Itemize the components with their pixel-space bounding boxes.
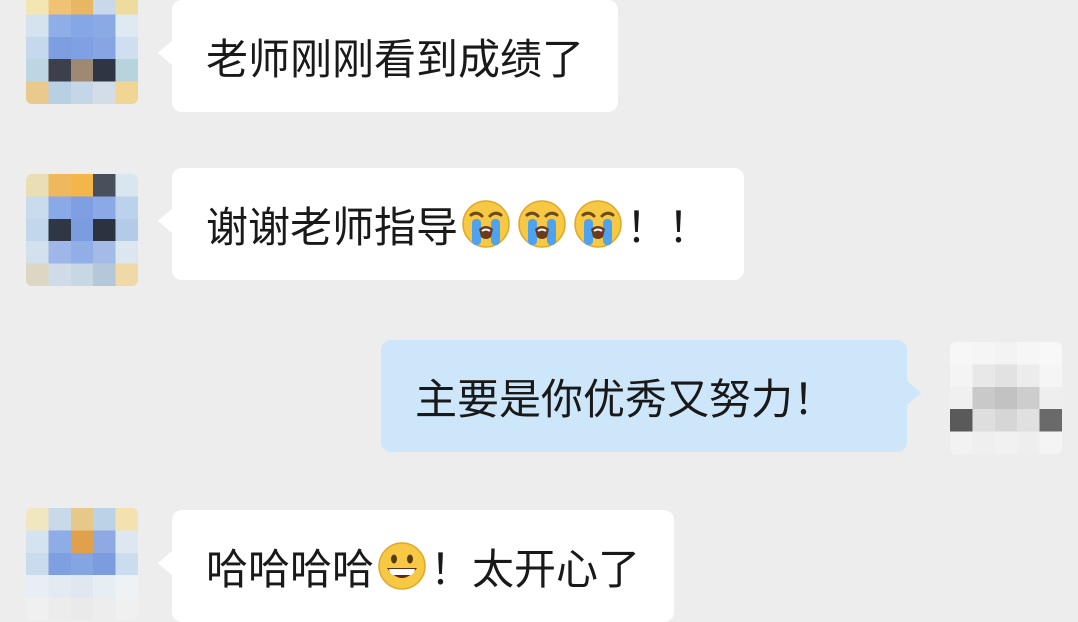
message-row-3: 主要是你优秀又努力！ (0, 340, 1078, 454)
grinning-face-icon (377, 541, 427, 591)
message-row-4: 哈哈哈哈 ！太开心了 (0, 508, 1078, 622)
pixelated-avatar-icon (26, 0, 138, 104)
message-text: 哈哈哈哈 (206, 544, 375, 594)
contact-avatar[interactable] (26, 508, 138, 620)
pixelated-avatar-icon (26, 174, 138, 286)
message-text: 主要是你优秀又努力！ (415, 374, 836, 424)
pixelated-avatar-icon (26, 508, 138, 620)
message-text: ！太开心了 (430, 544, 641, 594)
message-bubble[interactable]: 老师刚刚看到成绩了 (157, 0, 619, 112)
contact-avatar[interactable] (26, 174, 138, 286)
loudly-crying-face-icon (517, 199, 567, 249)
message-text: 谢谢老师指导 (206, 202, 459, 252)
pixelated-avatar-icon (950, 342, 1062, 454)
loudly-crying-face-icon (461, 199, 511, 249)
message-text: ！！ (626, 202, 711, 252)
message-text: 老师刚刚看到成绩了 (206, 34, 585, 84)
loudly-crying-face-icon (573, 199, 623, 249)
self-avatar[interactable] (950, 342, 1062, 454)
message-bubble[interactable]: 哈哈哈哈 ！太开心了 (157, 510, 675, 622)
contact-avatar[interactable] (26, 0, 138, 104)
message-row-2: 谢谢老师指导 ！！ (0, 168, 1078, 286)
chat-conversation: 老师刚刚看到成绩了 谢谢老师指导 ！！ 主要是你优秀又努力！ 哈哈哈哈 ！太开心… (0, 0, 1078, 622)
message-row-1: 老师刚刚看到成绩了 (0, 0, 1078, 112)
message-bubble[interactable]: 谢谢老师指导 ！！ (157, 168, 745, 280)
message-bubble[interactable]: 主要是你优秀又努力！ (381, 340, 921, 452)
